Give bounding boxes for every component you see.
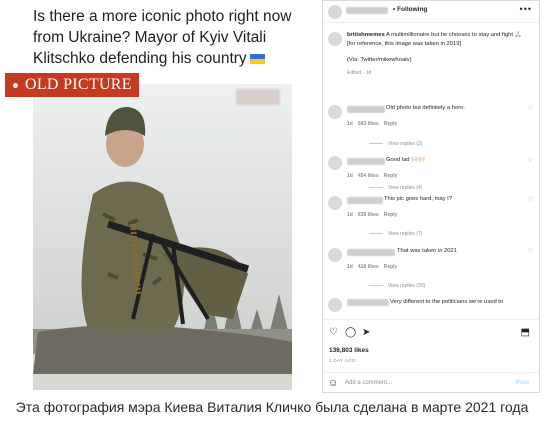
profile-avatar[interactable] bbox=[328, 5, 342, 19]
add-comment-input[interactable]: Add a comment... bbox=[345, 380, 392, 386]
comment-avatar[interactable] bbox=[328, 298, 342, 312]
comment-likes[interactable]: 583 likes bbox=[358, 121, 379, 127]
time-ago: 1 DAY AGO bbox=[329, 358, 356, 363]
like-heart-icon[interactable]: ♡ bbox=[528, 248, 533, 255]
post-caption: britishmemes A multimillionaire but he c… bbox=[347, 31, 535, 77]
more-options-icon[interactable]: ••• bbox=[520, 4, 532, 14]
comment-text: Very different to the politicians we're … bbox=[390, 299, 504, 305]
comment-avatar[interactable] bbox=[328, 196, 342, 210]
instagram-post-panel: • Following ••• britishmemes A multimill… bbox=[322, 0, 540, 393]
post-button[interactable]: Post bbox=[516, 380, 529, 386]
bullet-icon bbox=[13, 83, 18, 88]
comment-text: This pic goes hard, may I? bbox=[384, 196, 452, 202]
comment-icon[interactable]: ◯ bbox=[345, 327, 356, 338]
action-row: ♡ ◯ ➤ ⬒ bbox=[323, 327, 539, 341]
comment-meta: 1d 418 likes Reply bbox=[347, 264, 398, 270]
emoji-icon[interactable]: ☺ bbox=[328, 378, 338, 389]
view-replies[interactable]: View replies (4) bbox=[369, 185, 422, 191]
comment-likes[interactable]: 639 likes bbox=[358, 212, 379, 218]
caption-text: A multimillionaire but he chooses to sta… bbox=[386, 32, 522, 38]
caption-edited: Edited · 1d bbox=[347, 69, 372, 76]
add-comment-row: ☺ Add a comment... Post bbox=[323, 372, 539, 394]
likes-count[interactable]: 136,803 likes bbox=[329, 347, 369, 354]
reply-button[interactable]: Reply bbox=[384, 121, 398, 127]
post-headline: Is there a more iconic photo right now f… bbox=[33, 6, 293, 69]
comment-text: That was taken in 2021 bbox=[397, 248, 457, 254]
blurred-commenter[interactable] bbox=[347, 158, 385, 165]
blurred-commenter[interactable] bbox=[347, 197, 383, 204]
caption-via: (Via: Twitter/mikewhoatv) bbox=[347, 57, 412, 63]
view-replies[interactable]: View replies (7) bbox=[369, 231, 422, 237]
comment-meta: 1d 583 likes Reply bbox=[347, 121, 398, 127]
blurred-commenter[interactable] bbox=[347, 249, 395, 256]
reply-button[interactable]: Reply bbox=[384, 264, 398, 270]
comment-avatar[interactable] bbox=[328, 248, 342, 262]
comment-meta: 1d 639 likes Reply bbox=[347, 212, 398, 218]
old-picture-badge: OLD PICTURE bbox=[5, 73, 139, 97]
heart-icon[interactable]: ♡ bbox=[329, 327, 338, 338]
comment-meta: 1d 454 likes Reply bbox=[347, 173, 398, 179]
ukraine-flag-icon bbox=[249, 54, 265, 64]
comment-avatar[interactable] bbox=[328, 156, 342, 170]
caption-note: [for reference, this image was taken in … bbox=[347, 40, 462, 47]
blurred-watermark bbox=[236, 89, 280, 105]
view-replies[interactable]: View replies (30) bbox=[369, 283, 425, 289]
comment-likes[interactable]: 418 likes bbox=[358, 264, 379, 270]
comment-text: Old photo but definitely a hero. bbox=[386, 105, 465, 111]
view-replies[interactable]: View replies (2) bbox=[369, 141, 422, 147]
like-heart-icon[interactable]: ♡ bbox=[528, 157, 533, 164]
caption-username[interactable]: britishmemes bbox=[347, 32, 385, 38]
like-heart-icon[interactable]: ♡ bbox=[528, 105, 533, 112]
reply-button[interactable]: Reply bbox=[384, 212, 398, 218]
caption-avatar[interactable] bbox=[328, 32, 342, 46]
blurred-username[interactable] bbox=[346, 7, 388, 14]
like-heart-icon[interactable]: ♡ bbox=[528, 196, 533, 203]
following-button[interactable]: • Following bbox=[393, 6, 427, 13]
image-caption: Эта фотография мэра Киева Виталия Кличко… bbox=[15, 399, 529, 415]
blurred-commenter[interactable] bbox=[347, 106, 385, 113]
reply-button[interactable]: Reply bbox=[384, 173, 398, 179]
comment-likes[interactable]: 454 likes bbox=[358, 173, 379, 179]
comment-text: Good lad 🙌🏻🙌🏻 bbox=[386, 157, 426, 163]
badge-label: OLD PICTURE bbox=[25, 76, 132, 93]
bookmark-icon[interactable]: ⬒ bbox=[521, 327, 530, 338]
share-icon[interactable]: ➤ bbox=[362, 327, 370, 338]
blurred-commenter[interactable] bbox=[347, 299, 389, 306]
ig-header: • Following ••• bbox=[323, 1, 539, 23]
comment-avatar[interactable] bbox=[328, 105, 342, 119]
klitschko-photo bbox=[33, 84, 292, 390]
